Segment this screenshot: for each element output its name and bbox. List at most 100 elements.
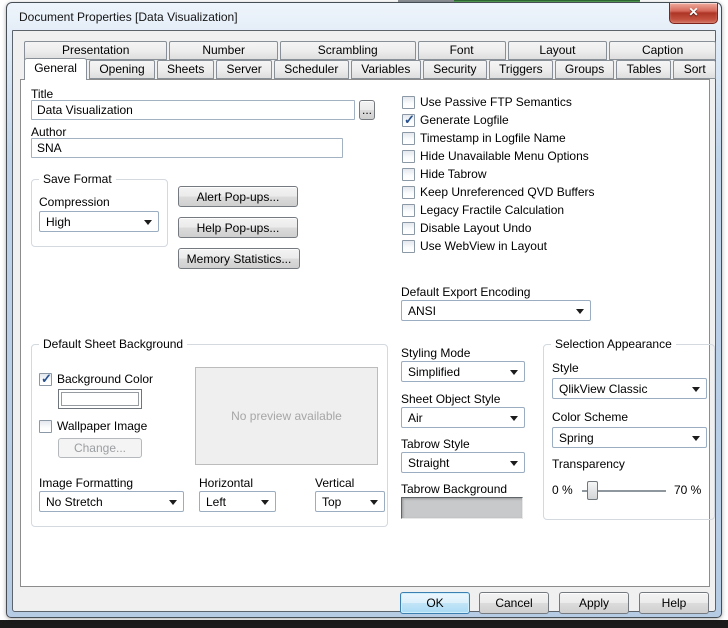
styling-mode-select[interactable]: Simplified: [401, 361, 525, 382]
author-input[interactable]: [31, 138, 343, 158]
chevron-down-icon: [692, 436, 700, 441]
generate-logfile-checkbox[interactable]: ✓: [402, 112, 415, 127]
export-encoding-label: Default Export Encoding: [401, 285, 531, 299]
save-format-legend: Save Format: [39, 172, 116, 186]
hide-tabrow-checkbox[interactable]: ✓: [402, 167, 415, 181]
title-input[interactable]: [31, 100, 355, 120]
tabrow-style-label: Tabrow Style: [401, 437, 470, 451]
title-browse-button[interactable]: ...: [359, 100, 375, 120]
author-label: Author: [31, 125, 67, 139]
tab-security[interactable]: Security: [422, 60, 487, 79]
transparency-slider-track[interactable]: [582, 481, 666, 500]
options-checkbox-list: ✓ Use Passive FTP Semantics ✓ Generate Logf…: [402, 93, 595, 255]
option-row-legacy-fractile-calculation: ✓ Legacy Fractile Calculation: [402, 201, 595, 219]
chevron-down-icon: [576, 309, 584, 314]
horizontal-select[interactable]: Left: [199, 491, 276, 512]
ok-button[interactable]: OK: [400, 592, 470, 614]
tab-layout[interactable]: Layout: [507, 41, 608, 60]
option-row-hide-tabrow: ✓ Hide Tabrow: [402, 165, 595, 183]
option-label: Disable Layout Undo: [420, 221, 532, 235]
tabrow-background-label: Tabrow Background: [401, 482, 508, 496]
option-label: Hide Tabrow: [420, 167, 487, 181]
export-encoding-select[interactable]: ANSI: [401, 300, 591, 321]
tab-scrambling[interactable]: Scrambling: [279, 41, 416, 60]
use-webview-in-layout-checkbox[interactable]: ✓: [402, 239, 415, 253]
option-label: Legacy Fractile Calculation: [420, 203, 565, 217]
background-color-label: Background Color: [57, 372, 154, 386]
option-label: Use Passive FTP Semantics: [420, 95, 572, 109]
tab-server[interactable]: Server: [216, 60, 272, 79]
wallpaper-preview-panel: No preview available: [195, 367, 378, 465]
tab-triggers[interactable]: Triggers: [488, 60, 553, 79]
apply-button[interactable]: Apply: [559, 592, 629, 614]
option-label: Use WebView in Layout: [420, 239, 547, 253]
dialog-body: Presentation Number Scrambling Font Layout Ca…: [12, 30, 717, 614]
use-passive-ftp-semantics-checkbox[interactable]: ✓: [402, 95, 415, 109]
option-row-timestamp-in-logfile-name: ✓ Timestamp in Logfile Name: [402, 129, 595, 147]
background-color-swatch[interactable]: [58, 389, 142, 409]
close-button[interactable]: ✕: [669, 3, 718, 24]
wallpaper-image-label: Wallpaper Image: [57, 419, 148, 433]
chevron-down-icon: [510, 370, 518, 375]
background-color-checkbox[interactable]: ✓: [39, 370, 52, 386]
cancel-button[interactable]: Cancel: [479, 592, 549, 614]
vertical-select[interactable]: Top: [315, 491, 385, 512]
wallpaper-image-checkbox-row: ✓ Wallpaper Image: [39, 417, 147, 435]
image-formatting-select[interactable]: No Stretch: [39, 491, 184, 512]
chevron-down-icon: [510, 461, 518, 466]
tab-general[interactable]: General: [24, 58, 88, 80]
transparency-label: Transparency: [552, 457, 625, 471]
chevron-down-icon: [144, 220, 152, 225]
transparency-min-label: 0 %: [552, 483, 573, 497]
tab-opening[interactable]: Opening: [89, 60, 155, 79]
tabrow-background-swatch[interactable]: [401, 497, 523, 519]
check-icon: ✓: [41, 370, 52, 386]
window-title: Document Properties [Data Visualization]: [19, 10, 238, 24]
document-properties-dialog: Document Properties [Data Visualization]…: [6, 2, 722, 618]
tab-number[interactable]: Number: [169, 41, 278, 60]
color-scheme-select[interactable]: Spring: [552, 427, 707, 448]
option-label: Timestamp in Logfile Name: [420, 131, 566, 145]
help-popups-button[interactable]: Help Pop-ups...: [178, 217, 298, 238]
tab-caption[interactable]: Caption: [609, 41, 717, 60]
tab-tables[interactable]: Tables: [616, 60, 672, 79]
tab-variables[interactable]: Variables: [350, 60, 421, 79]
option-row-keep-unreferenced-qvd-buffers: ✓ Keep Unreferenced QVD Buffers: [402, 183, 595, 201]
wallpaper-image-checkbox[interactable]: ✓: [39, 419, 52, 433]
horizontal-label: Horizontal: [199, 476, 254, 490]
vertical-label: Vertical: [315, 476, 355, 490]
tab-groups[interactable]: Groups: [554, 60, 615, 79]
help-button[interactable]: Help: [639, 592, 709, 614]
tabrow-style-select[interactable]: Straight: [401, 452, 525, 473]
keep-unreferenced-qvd-buffers-checkbox[interactable]: ✓: [402, 185, 415, 199]
timestamp-in-logfile-name-checkbox[interactable]: ✓: [402, 131, 415, 145]
title-label: Title: [31, 87, 54, 101]
option-label: Hide Unavailable Menu Options: [420, 149, 589, 163]
tab-sheets[interactable]: Sheets: [156, 60, 215, 79]
option-label: Keep Unreferenced QVD Buffers: [420, 185, 595, 199]
tab-scheduler[interactable]: Scheduler: [273, 60, 349, 79]
background-color-checkbox-row: ✓ Background Color: [39, 370, 153, 388]
hide-unavailable-menu-options-checkbox[interactable]: ✓: [402, 149, 415, 163]
color-scheme-label: Color Scheme: [552, 410, 629, 424]
disable-layout-undo-checkbox[interactable]: ✓: [402, 221, 415, 235]
chevron-down-icon: [370, 500, 378, 505]
memory-statistics-button[interactable]: Memory Statistics...: [178, 248, 300, 269]
change-wallpaper-button[interactable]: Change...: [58, 438, 142, 458]
transparency-slider-handle[interactable]: [587, 481, 599, 500]
sheet-background-legend: Default Sheet Background: [39, 337, 188, 351]
compression-select[interactable]: High: [39, 211, 159, 232]
selection-appearance-group: Selection Appearance Style QlikView Clas…: [543, 337, 715, 520]
sheet-object-style-select[interactable]: Air: [401, 407, 525, 428]
alert-popups-button[interactable]: Alert Pop-ups...: [178, 186, 298, 207]
legacy-fractile-calculation-checkbox[interactable]: ✓: [402, 203, 415, 217]
tab-sort[interactable]: Sort: [673, 60, 717, 79]
image-formatting-label: Image Formatting: [39, 476, 134, 490]
selection-style-select[interactable]: QlikView Classic: [552, 378, 707, 399]
transparency-max-label: 70 %: [674, 483, 702, 497]
close-icon: ✕: [688, 5, 699, 19]
tab-font[interactable]: Font: [417, 41, 506, 60]
selection-style-label: Style: [552, 361, 579, 375]
option-row-disable-layout-undo: ✓ Disable Layout Undo: [402, 219, 595, 237]
chevron-down-icon: [169, 500, 177, 505]
